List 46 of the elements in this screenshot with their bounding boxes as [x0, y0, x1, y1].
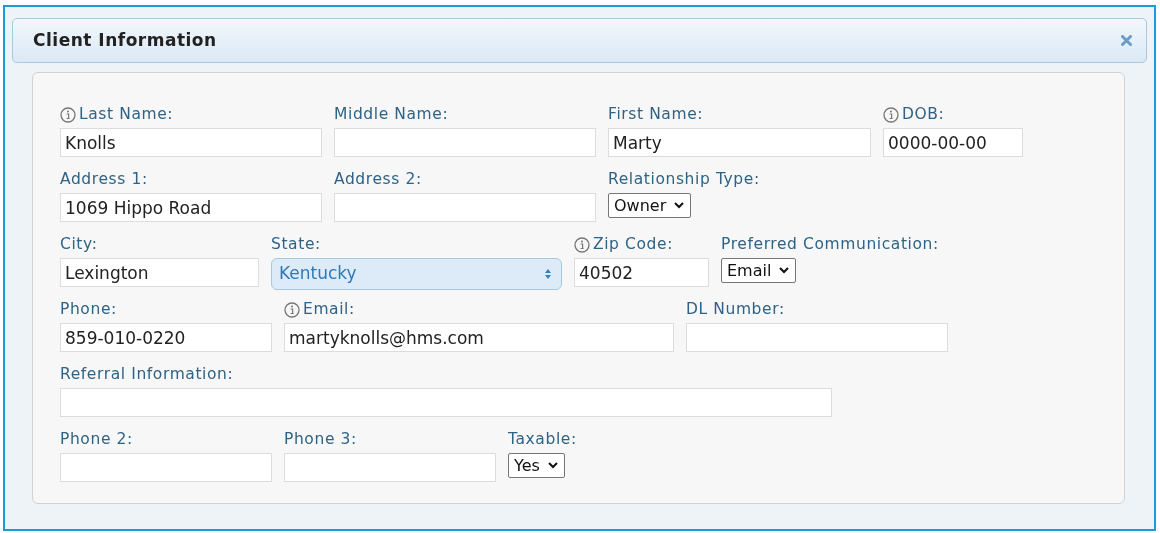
info-icon	[60, 107, 76, 123]
field-label: Address 1:	[60, 169, 148, 191]
text-field[interactable]	[284, 453, 496, 482]
text-field[interactable]: 40502	[574, 258, 709, 287]
field-label: DOB:	[902, 104, 945, 126]
chevron-icon	[547, 462, 558, 469]
text-field[interactable]	[334, 128, 596, 157]
field-label: Relationship Type:	[608, 169, 760, 191]
dialog-title: Client Information	[33, 28, 217, 52]
dropdown[interactable]: Email	[721, 258, 797, 283]
field-label: Phone 3:	[284, 429, 357, 451]
field-label: Email:	[303, 299, 355, 321]
dropdown[interactable]: Owner	[608, 193, 692, 218]
field-label: Phone:	[60, 299, 117, 321]
sort-arrows-icon	[545, 269, 551, 279]
info-icon	[883, 107, 899, 123]
close-icon[interactable]	[1121, 35, 1132, 46]
chevron-icon	[779, 267, 790, 274]
text-field[interactable]: 0000-00-00	[883, 128, 1023, 157]
chevron-icon	[674, 202, 685, 209]
field-label: First Name:	[608, 104, 704, 126]
text-field[interactable]: Lexington	[60, 258, 259, 287]
state-dropdown[interactable]: Kentucky	[271, 258, 562, 290]
text-field[interactable]: Marty	[608, 128, 871, 157]
text-field[interactable]: Knolls	[60, 128, 322, 157]
info-icon	[284, 302, 300, 318]
text-field[interactable]: martyknolls@hms.com	[284, 323, 674, 352]
text-field[interactable]	[686, 323, 948, 352]
text-field[interactable]	[60, 453, 272, 482]
field-label: Last Name:	[79, 104, 174, 126]
text-field[interactable]	[334, 193, 596, 222]
text-field[interactable]: 1069 Hippo Road	[60, 193, 322, 222]
dropdown[interactable]: Yes	[508, 453, 565, 478]
field-label: City:	[60, 234, 98, 256]
field-label: Address 2:	[334, 169, 422, 191]
field-label: Referral Information:	[60, 364, 234, 386]
field-label: Taxable:	[508, 429, 577, 451]
field-label: Middle Name:	[334, 104, 449, 126]
field-label: State:	[271, 234, 321, 256]
field-label: DL Number:	[686, 299, 785, 321]
field-label: Zip Code:	[593, 234, 673, 256]
info-icon	[574, 237, 590, 253]
text-field[interactable]: 859-010-0220	[60, 323, 272, 352]
field-label: Phone 2:	[60, 429, 133, 451]
field-label: Preferred Communication:	[721, 234, 939, 256]
text-field[interactable]	[60, 388, 832, 417]
